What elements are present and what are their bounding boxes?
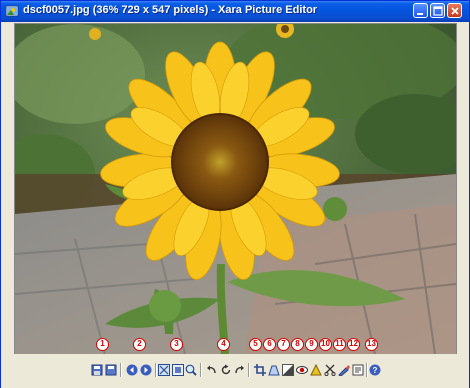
rotate-icon: [221, 364, 231, 375]
minimize-icon: [417, 13, 423, 15]
callout-marker: 9: [305, 338, 318, 351]
retouch-icon: [338, 365, 350, 376]
toolbar-separator: [200, 363, 202, 377]
export-icon: [352, 364, 364, 376]
callout-marker: 1: [96, 338, 109, 351]
sharpen-button[interactable]: [310, 364, 322, 376]
perspective-button[interactable]: [268, 364, 280, 376]
redo-button[interactable]: [233, 364, 245, 376]
toolbar-separator: [366, 363, 368, 377]
app-window: dscf0057.jpg (36% 729 x 547 pixels) - Xa…: [0, 0, 470, 388]
app-icon: [5, 4, 19, 18]
save-icon: [105, 364, 117, 376]
fit-to-window-button[interactable]: [158, 364, 170, 376]
callout-marker: 13: [365, 338, 378, 351]
crop-button[interactable]: [254, 364, 266, 376]
lighting-button[interactable]: [282, 364, 294, 376]
sharpen-icon: [310, 364, 322, 376]
callout-marker: 4: [217, 338, 230, 351]
cut-button[interactable]: [324, 364, 336, 376]
retouch-button[interactable]: [338, 364, 350, 376]
callout-marker: 6: [263, 338, 276, 351]
export-button[interactable]: [352, 364, 364, 376]
fit-to-window-icon: [158, 364, 170, 376]
cut-icon: [324, 364, 336, 376]
actual-size-icon: [172, 364, 184, 376]
undo-button[interactable]: [206, 364, 218, 376]
previous-button[interactable]: [126, 364, 138, 376]
save-as-button[interactable]: [91, 364, 103, 376]
red-eye-button[interactable]: [296, 364, 308, 376]
callout-marker: 10: [319, 338, 332, 351]
sunflower-photo: [15, 24, 456, 354]
rotate-button[interactable]: [220, 364, 232, 376]
help-icon: ?: [369, 364, 381, 376]
maximize-button[interactable]: [430, 3, 445, 18]
image-canvas[interactable]: [14, 23, 457, 355]
actual-size-button[interactable]: [172, 364, 184, 376]
crop-icon: [254, 364, 266, 376]
minimize-button[interactable]: [413, 3, 428, 18]
callout-marker: 5: [249, 338, 262, 351]
callout-marker: 8: [291, 338, 304, 351]
help-button[interactable]: ?: [369, 364, 381, 376]
close-button[interactable]: [447, 3, 462, 18]
save-button[interactable]: [105, 364, 117, 376]
callout-marker: 12: [347, 338, 360, 351]
next-icon: [140, 364, 152, 376]
toolbar-separator: [155, 363, 157, 377]
callout-marker: 11: [333, 338, 346, 351]
callout-marker: 7: [277, 338, 290, 351]
redo-icon: [235, 365, 244, 374]
title-bar[interactable]: dscf0057.jpg (36% 729 x 547 pixels) - Xa…: [1, 1, 469, 22]
callout-marker: 3: [170, 338, 183, 351]
perspective-icon: [268, 365, 280, 376]
toolbar-separator: [120, 363, 122, 377]
red-eye-icon: [296, 366, 308, 374]
callout-marker: 2: [133, 338, 146, 351]
undo-icon: [207, 365, 216, 374]
lighting-icon: [282, 364, 294, 376]
svg-text:?: ?: [373, 366, 378, 375]
zoom-button[interactable]: [185, 364, 197, 376]
window-title: dscf0057.jpg (36% 729 x 547 pixels) - Xa…: [23, 4, 318, 16]
zoom-icon: [185, 364, 197, 376]
previous-icon: [126, 364, 138, 376]
close-icon: [451, 7, 459, 15]
save-as-icon: [91, 364, 103, 376]
next-button[interactable]: [140, 364, 152, 376]
toolbar-separator: [248, 363, 250, 377]
